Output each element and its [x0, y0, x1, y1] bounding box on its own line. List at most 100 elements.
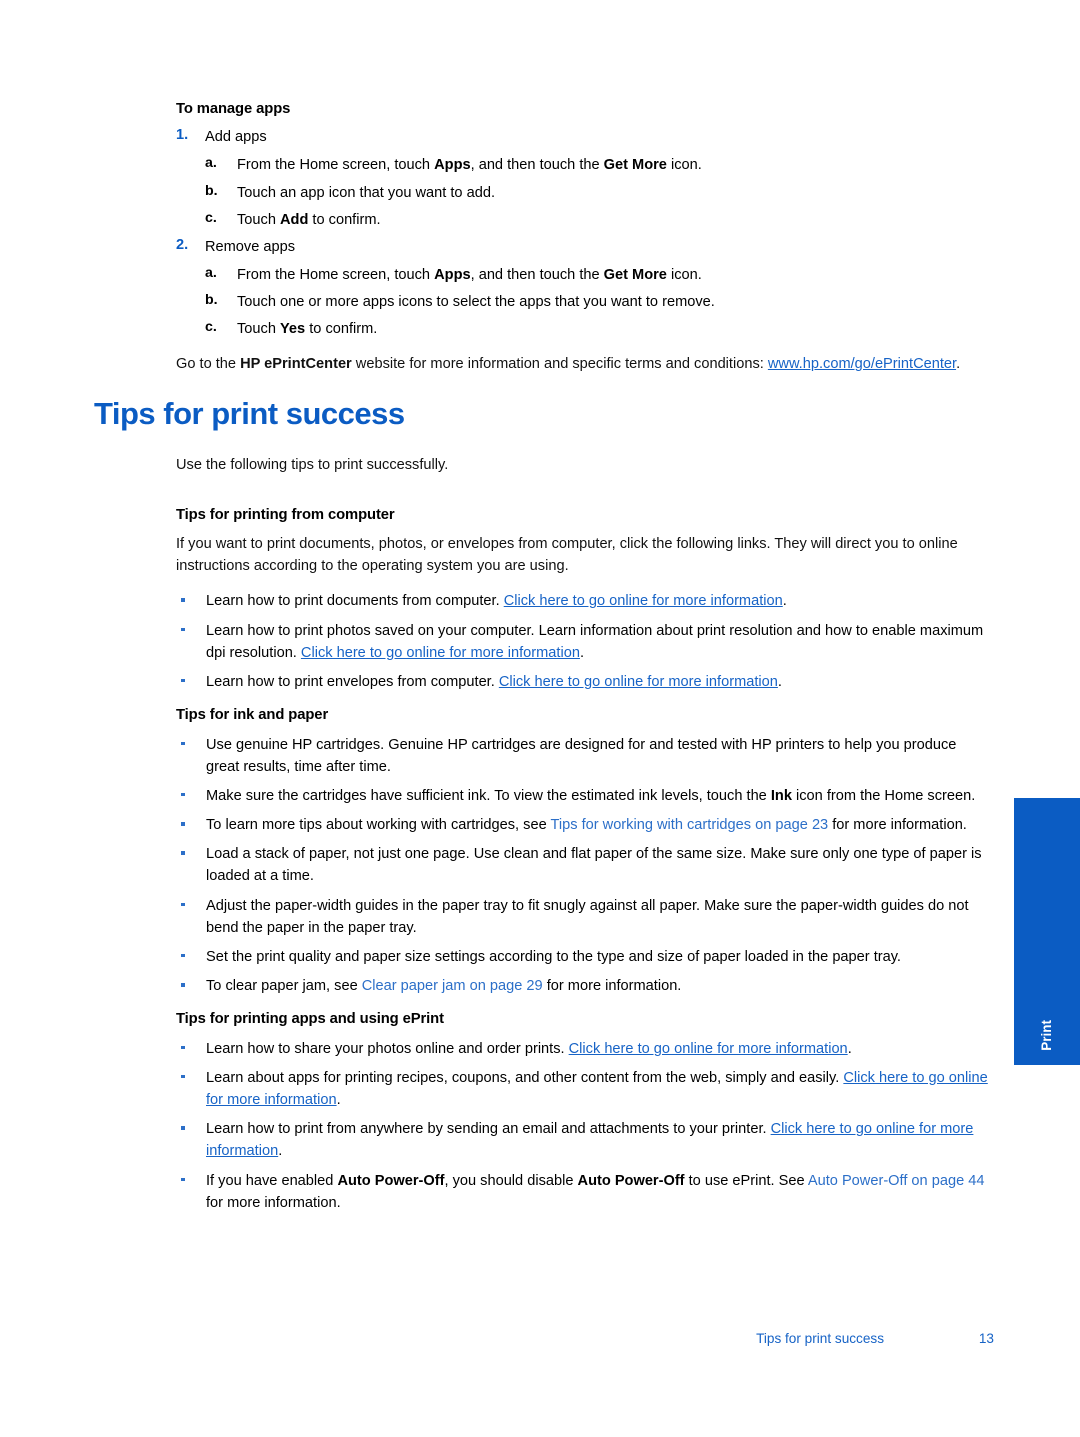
- text-run: for more information.: [828, 817, 967, 834]
- emphasis-text: Get More: [603, 157, 667, 174]
- emphasis-text: Apps: [434, 157, 471, 174]
- side-tab-label: Print: [1039, 1020, 1054, 1051]
- list-item-text: Use genuine HP cartridges. Genuine HP ca…: [206, 734, 992, 778]
- substep-text: Touch Yes to confirm.: [237, 319, 992, 340]
- side-tab-print: Print: [1014, 798, 1080, 1065]
- text-run: Touch: [237, 321, 280, 338]
- bullet-square-icon: [181, 1074, 185, 1079]
- text-run: From the Home screen, touch: [237, 266, 435, 283]
- lettered-substeps-list: a. From the Home screen, touch Apps, and …: [205, 155, 992, 230]
- substep-text: Touch one or more apps icons to select t…: [237, 292, 992, 313]
- list-item: Adjust the paper-width guides in the pap…: [176, 895, 992, 939]
- list-item-text: To learn more tips about working with ca…: [206, 814, 992, 836]
- text-run: From the Home screen, touch: [237, 157, 435, 174]
- bullet-square-icon: [181, 953, 185, 958]
- substep-letter-marker: a.: [205, 155, 217, 172]
- list-item-text: Set the print quality and paper size set…: [206, 946, 992, 968]
- text-run: To clear paper jam, see: [206, 978, 362, 995]
- hyperlink[interactable]: www.hp.com/go/ePrintCenter: [768, 356, 956, 372]
- text-run: icon.: [666, 266, 702, 283]
- text-run: Learn how to share your photos online an…: [206, 1040, 569, 1057]
- list-item: To clear paper jam, see Clear paper jam …: [176, 975, 992, 997]
- text-run: to use ePrint. See: [684, 1172, 808, 1189]
- footer-page-number: 13: [978, 1331, 994, 1346]
- footer-section-title: Tips for print success: [756, 1331, 884, 1346]
- list-item: To learn more tips about working with ca…: [176, 814, 992, 836]
- text-run: Touch: [237, 211, 280, 228]
- section-heading: Tips for printing from computer: [176, 506, 395, 523]
- bullet-square-icon: [181, 627, 185, 632]
- cross-reference-link[interactable]: Clear paper jam on page 29: [362, 978, 543, 994]
- substep-text: Touch an app icon that you want to add.: [237, 183, 992, 204]
- list-item-text: Make sure the cartridges have sufficient…: [206, 785, 992, 807]
- substep-letter-marker: c.: [205, 319, 217, 336]
- bullet-square-icon: [181, 741, 185, 746]
- bullet-square-icon: [181, 792, 185, 797]
- bullet-square-icon: [181, 1177, 185, 1182]
- text-run: Adjust the paper-width guides in the pap…: [206, 897, 969, 936]
- lettered-substep: a. From the Home screen, touch Apps, and …: [205, 155, 992, 176]
- section-heading: Tips for ink and paper: [176, 707, 329, 724]
- section-heading-to-manage-apps: To manage apps: [176, 101, 291, 117]
- emphasis-text: Yes: [280, 321, 306, 338]
- text-run: .: [782, 593, 787, 610]
- tips-sections: Tips for printing from computer If you wa…: [176, 506, 992, 1214]
- text-run: Learn about apps for printing recipes, c…: [206, 1069, 844, 1086]
- list-item-text: Learn how to share your photos online an…: [206, 1038, 992, 1060]
- bullet-list: Learn how to share your photos online an…: [176, 1038, 992, 1214]
- section-paragraph: If you want to print documents, photos, …: [176, 536, 958, 575]
- text-run: to confirm.: [308, 211, 381, 228]
- text-run: for more information.: [206, 1194, 341, 1211]
- list-item: Make sure the cartridges have sufficient…: [176, 785, 992, 807]
- bullet-square-icon: [181, 598, 185, 602]
- text-run: to confirm.: [305, 321, 378, 338]
- list-item: Learn how to print photos saved on your …: [176, 620, 992, 664]
- cross-reference-link[interactable]: Auto Power-Off on page 44: [808, 1173, 985, 1189]
- hyperlink[interactable]: Click here to go online for more informa…: [499, 674, 778, 690]
- step-label: Add apps: [205, 129, 267, 146]
- text-run: Set the print quality and paper size set…: [206, 948, 901, 965]
- list-item-text: Adjust the paper-width guides in the pap…: [206, 895, 992, 939]
- step-label: Remove apps: [205, 238, 296, 255]
- list-item: If you have enabled Auto Power-Off, you …: [176, 1170, 992, 1214]
- hyperlink[interactable]: Click here to go online for more informa…: [504, 593, 783, 609]
- list-item: Learn how to share your photos online an…: [176, 1038, 992, 1060]
- text-run: Learn how to print documents from comput…: [206, 593, 504, 610]
- substep-text: Touch Add to confirm.: [237, 210, 992, 231]
- text-run: , you should disable: [444, 1172, 578, 1189]
- list-item: Learn how to print from anywhere by send…: [176, 1118, 992, 1162]
- emphasis-text: HP ePrintCenter: [240, 356, 352, 373]
- text-run: website for more information and specifi…: [351, 356, 768, 373]
- page-footer: Tips for print success 13: [0, 1331, 1080, 1355]
- text-run: .: [278, 1143, 283, 1160]
- list-item: Set the print quality and paper size set…: [176, 946, 992, 968]
- text-run: .: [336, 1092, 341, 1109]
- emphasis-text: Ink: [770, 787, 792, 804]
- text-run: , and then touch the: [470, 157, 604, 174]
- text-run: Touch one or more apps icons to select t…: [237, 293, 715, 310]
- lettered-substep: b. Touch one or more apps icons to select…: [205, 292, 992, 313]
- bullet-square-icon: [181, 902, 185, 907]
- text-run: .: [956, 356, 961, 373]
- cross-reference-link[interactable]: Tips for working with cartridges on page…: [550, 817, 828, 833]
- substep-letter-marker: a.: [205, 264, 217, 281]
- numbered-step: 1. Add apps a. From the Home screen, touch …: [176, 127, 992, 230]
- bullet-square-icon: [181, 1045, 185, 1050]
- page-content: To manage apps 1. Add apps a. From the Home…: [176, 100, 992, 1227]
- list-item-text: To clear paper jam, see Clear paper jam …: [206, 975, 992, 997]
- hyperlink[interactable]: Click here to go online for more informa…: [301, 645, 580, 661]
- text-run: Touch an app icon that you want to add.: [237, 184, 496, 201]
- bullet-square-icon: [181, 1126, 185, 1130]
- list-item: Use genuine HP cartridges. Genuine HP ca…: [176, 734, 992, 778]
- eprintcenter-paragraph: Go to the HP ePrintCenter website for mo…: [176, 353, 992, 375]
- text-run: Learn how to print envelopes from comput…: [206, 673, 499, 690]
- tips-intro-paragraph: Use the following tips to print successf…: [176, 457, 449, 474]
- list-item-text: Load a stack of paper, not just one page…: [206, 843, 992, 887]
- hyperlink[interactable]: Click here to go online for more informa…: [569, 1041, 848, 1057]
- list-item-text: Learn about apps for printing recipes, c…: [206, 1067, 992, 1111]
- list-item: Learn how to print documents from comput…: [176, 590, 992, 612]
- text-run: for more information.: [542, 978, 682, 995]
- list-item-text: Learn how to print envelopes from comput…: [206, 671, 992, 693]
